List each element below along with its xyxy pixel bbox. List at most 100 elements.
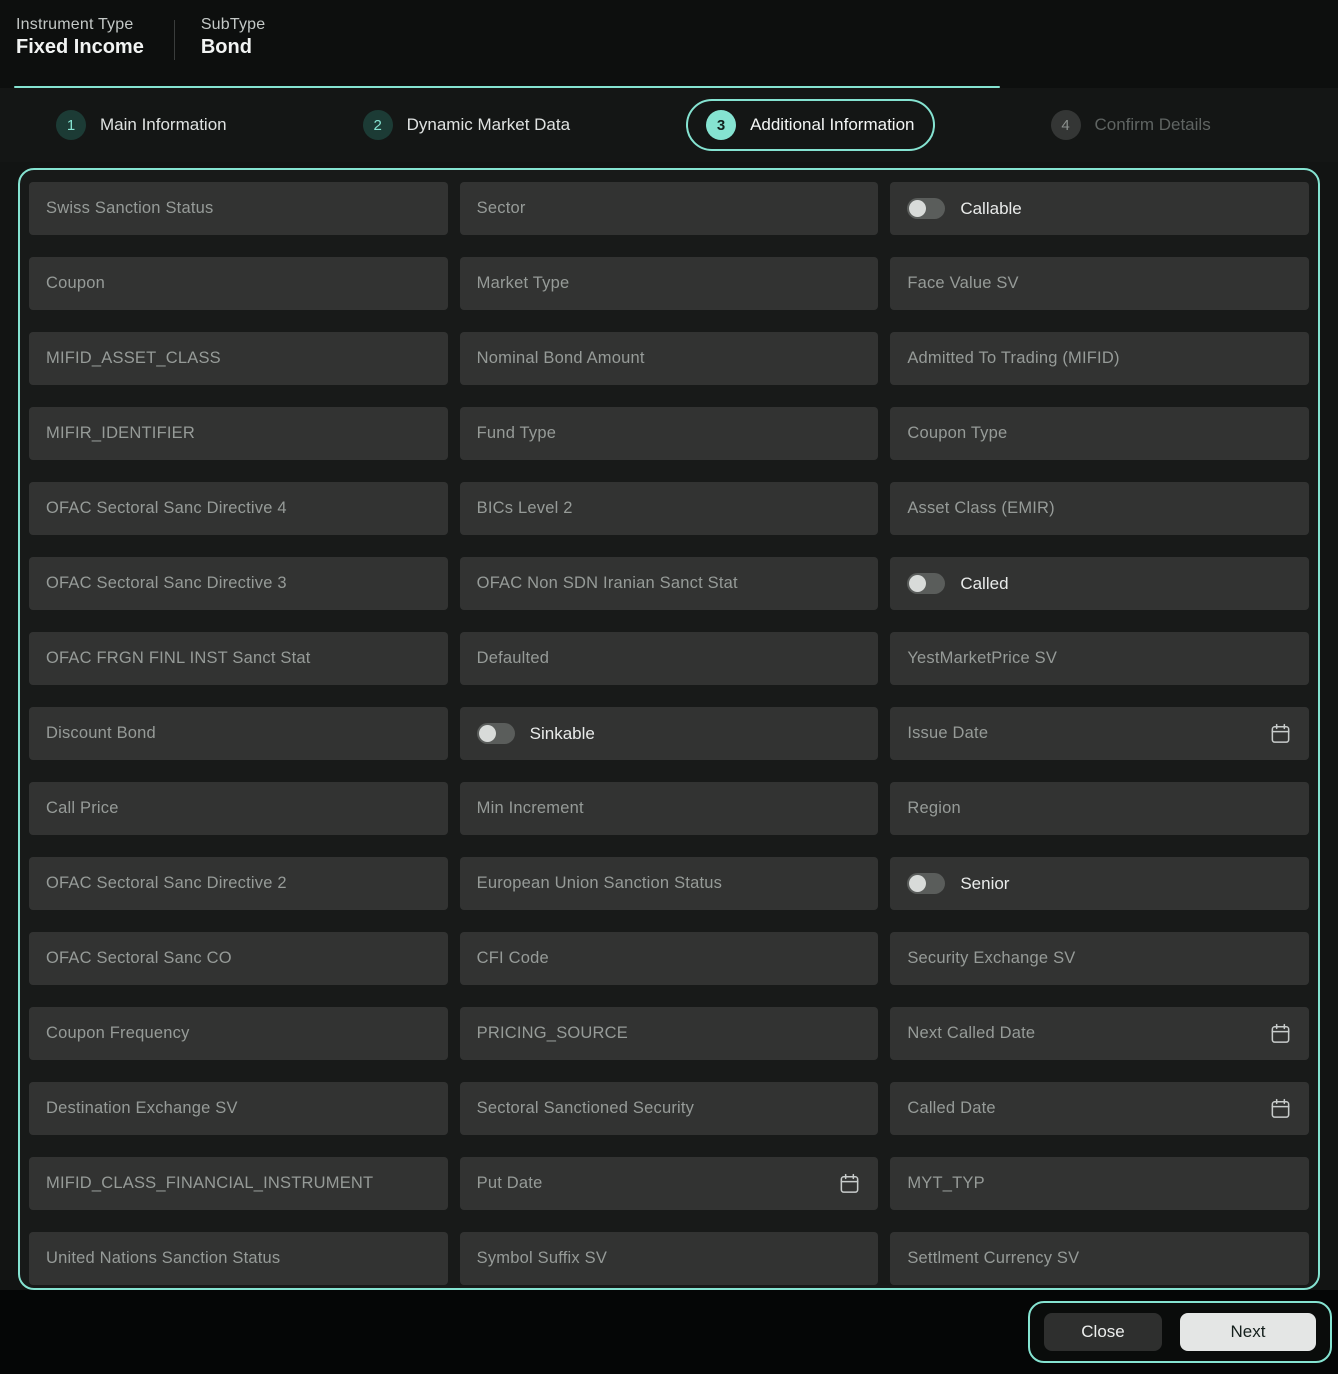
calendar-icon[interactable] xyxy=(838,1172,861,1195)
input-field-mifid-class-financial-instrument[interactable]: MIFID_CLASS_FINANCIAL_INSTRUMENT xyxy=(29,1157,448,1210)
calendar-icon[interactable] xyxy=(1269,722,1292,745)
step-main-information[interactable]: 1 Main Information xyxy=(36,99,247,151)
step-dynamic-market-data[interactable]: 2 Dynamic Market Data xyxy=(343,99,590,151)
field-label: Destination Exchange SV xyxy=(46,1099,238,1117)
field-label: Admitted To Trading (MIFID) xyxy=(907,349,1120,367)
field-label: Coupon Frequency xyxy=(46,1024,190,1042)
input-field-admitted-to-trading-mifid[interactable]: Admitted To Trading (MIFID) xyxy=(890,332,1309,385)
input-field-swiss-sanction-status[interactable]: Swiss Sanction Status xyxy=(29,182,448,235)
field-label: Min Increment xyxy=(476,799,584,817)
field-label: Coupon xyxy=(46,274,105,292)
field-label: Settlment Currency SV xyxy=(907,1249,1080,1267)
input-field-settlment-currency-sv[interactable]: Settlment Currency SV xyxy=(890,1232,1309,1285)
toggle-label: Senior xyxy=(960,873,1010,893)
subtype-label: SubType xyxy=(200,16,266,33)
form-field-grid: Swiss Sanction Status Sector Callable Coupo… xyxy=(20,170,1318,1288)
close-button[interactable]: Close xyxy=(1044,1313,1162,1351)
field-label: OFAC FRGN FINL INST Sanct Stat xyxy=(46,649,311,667)
input-field-ofac-sectoral-sanc-directive-2[interactable]: OFAC Sectoral Sanc Directive 2 xyxy=(29,857,448,910)
input-field-nominal-bond-amount[interactable]: Nominal Bond Amount xyxy=(459,332,879,385)
step-number-badge: 1 xyxy=(56,110,86,140)
input-field-ofac-frgn-finl-inst-sanct-stat[interactable]: OFAC FRGN FINL INST Sanct Stat xyxy=(29,632,448,685)
input-field-bics-level-2[interactable]: BICs Level 2 xyxy=(459,482,879,535)
toggle-switch[interactable] xyxy=(907,873,946,894)
calendar-icon[interactable] xyxy=(1269,1022,1292,1045)
field-label: PRICING_SOURCE xyxy=(476,1024,628,1042)
field-label: MIFID_CLASS_FINANCIAL_INSTRUMENT xyxy=(46,1174,374,1192)
field-label: MIFIR_IDENTIFIER xyxy=(46,424,195,442)
input-field-united-nations-sanction-status[interactable]: United Nations Sanction Status xyxy=(29,1232,448,1285)
step-number-badge: 4 xyxy=(1050,110,1081,140)
input-field-ofac-sectoral-sanc-directive-3[interactable]: OFAC Sectoral Sanc Directive 3 xyxy=(29,557,448,610)
instrument-type-group: Instrument Type Fixed Income xyxy=(16,16,144,59)
field-label: MYT_TYP xyxy=(907,1174,985,1192)
field-label: Market Type xyxy=(476,274,570,292)
toggle-label: Sinkable xyxy=(529,723,595,743)
input-field-ofac-sectoral-sanc-co[interactable]: OFAC Sectoral Sanc CO xyxy=(29,932,448,985)
subtype-value: Bond xyxy=(200,36,252,58)
next-button[interactable]: Next xyxy=(1180,1313,1316,1351)
field-label: Next Called Date xyxy=(907,1024,1036,1042)
field-label: Face Value SV xyxy=(907,274,1019,292)
field-label: Security Exchange SV xyxy=(907,949,1076,967)
date-field-put-date[interactable]: Put Date xyxy=(459,1157,879,1210)
field-label: Nominal Bond Amount xyxy=(476,349,645,367)
input-field-coupon-frequency[interactable]: Coupon Frequency xyxy=(29,1007,448,1060)
step-label: Confirm Details xyxy=(1094,115,1211,134)
calendar-icon[interactable] xyxy=(1269,1097,1292,1120)
field-label: Asset Class (EMIR) xyxy=(907,499,1055,517)
input-field-coupon-type[interactable]: Coupon Type xyxy=(890,407,1309,460)
input-field-symbol-suffix-sv[interactable]: Symbol Suffix SV xyxy=(459,1232,879,1285)
input-field-sectoral-sanctioned-security[interactable]: Sectoral Sanctioned Security xyxy=(459,1082,879,1135)
input-field-yestmarketprice-sv[interactable]: YestMarketPrice SV xyxy=(890,632,1309,685)
input-field-european-union-sanction-status[interactable]: European Union Sanction Status xyxy=(459,857,879,910)
date-field-issue-date[interactable]: Issue Date xyxy=(890,707,1309,760)
input-field-destination-exchange-sv[interactable]: Destination Exchange SV xyxy=(29,1082,448,1135)
step-additional-information[interactable]: 3 Additional Information xyxy=(686,99,935,151)
toggle-switch[interactable] xyxy=(476,723,515,744)
input-field-pricing-source[interactable]: PRICING_SOURCE xyxy=(459,1007,879,1060)
input-field-region[interactable]: Region xyxy=(890,782,1309,835)
step-label: Dynamic Market Data xyxy=(406,115,571,134)
field-label: OFAC Non SDN Iranian Sanct Stat xyxy=(476,574,738,592)
input-field-myt-typ[interactable]: MYT_TYP xyxy=(890,1157,1309,1210)
input-field-ofac-sectoral-sanc-directive-4[interactable]: OFAC Sectoral Sanc Directive 4 xyxy=(29,482,448,535)
field-label: Discount Bond xyxy=(46,724,156,742)
field-label: Swiss Sanction Status xyxy=(46,199,214,217)
field-label: OFAC Sectoral Sanc Directive 4 xyxy=(46,499,287,517)
toggle-label: Called xyxy=(960,573,1009,593)
input-field-discount-bond[interactable]: Discount Bond xyxy=(29,707,448,760)
subtype-group: SubType Bond xyxy=(201,16,266,59)
input-field-defaulted[interactable]: Defaulted xyxy=(459,632,879,685)
input-field-coupon[interactable]: Coupon xyxy=(29,257,448,310)
footer-actions-group: Close Next xyxy=(1028,1301,1332,1363)
input-field-call-price[interactable]: Call Price xyxy=(29,782,448,835)
toggle-field-called[interactable]: Called xyxy=(890,557,1309,610)
toggle-field-callable[interactable]: Callable xyxy=(890,182,1309,235)
toggle-switch[interactable] xyxy=(907,573,946,594)
input-field-cfi-code[interactable]: CFI Code xyxy=(459,932,879,985)
input-field-security-exchange-sv[interactable]: Security Exchange SV xyxy=(890,932,1309,985)
toggle-field-sinkable[interactable]: Sinkable xyxy=(459,707,879,760)
header-underline-row xyxy=(0,70,1338,88)
input-field-sector[interactable]: Sector xyxy=(459,182,879,235)
input-field-mifid-asset-class[interactable]: MIFID_ASSET_CLASS xyxy=(29,332,448,385)
date-field-called-date[interactable]: Called Date xyxy=(890,1082,1309,1135)
input-field-mifir-identifier[interactable]: MIFIR_IDENTIFIER xyxy=(29,407,448,460)
toggle-field-senior[interactable]: Senior xyxy=(890,857,1309,910)
step-label: Additional Information xyxy=(750,115,915,134)
field-label: Coupon Type xyxy=(907,424,1008,442)
instrument-type-value: Fixed Income xyxy=(16,36,144,58)
field-label: Sectoral Sanctioned Security xyxy=(476,1099,695,1117)
additional-information-form-panel: Swiss Sanction Status Sector Callable Coupo… xyxy=(18,168,1320,1290)
field-label: OFAC Sectoral Sanc Directive 2 xyxy=(46,874,287,892)
input-field-asset-class-emir[interactable]: Asset Class (EMIR) xyxy=(890,482,1309,535)
input-field-ofac-non-sdn-iranian-sanct-stat[interactable]: OFAC Non SDN Iranian Sanct Stat xyxy=(459,557,879,610)
toggle-switch[interactable] xyxy=(907,198,946,219)
input-field-min-increment[interactable]: Min Increment xyxy=(459,782,879,835)
field-label: Symbol Suffix SV xyxy=(476,1249,608,1267)
date-field-next-called-date[interactable]: Next Called Date xyxy=(890,1007,1309,1060)
input-field-face-value-sv[interactable]: Face Value SV xyxy=(890,257,1309,310)
input-field-market-type[interactable]: Market Type xyxy=(459,257,879,310)
input-field-fund-type[interactable]: Fund Type xyxy=(459,407,879,460)
